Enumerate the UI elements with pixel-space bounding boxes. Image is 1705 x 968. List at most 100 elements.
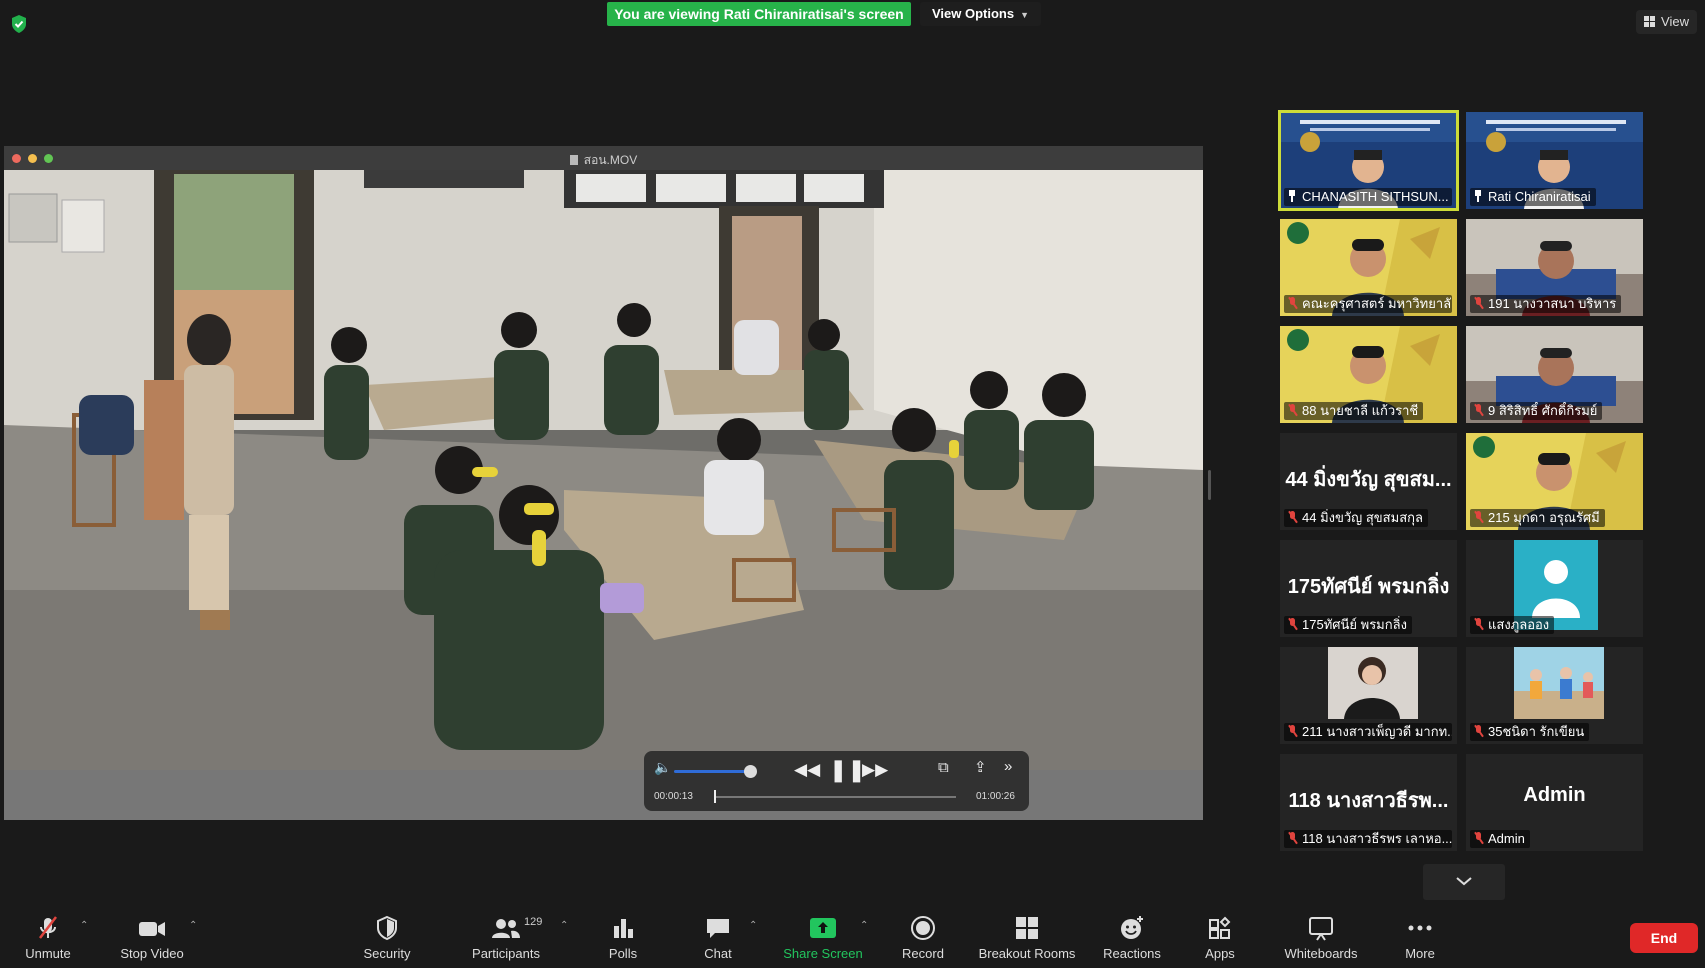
security-label: Security <box>363 946 411 961</box>
share-screen-button[interactable]: Share Screen <box>782 914 864 961</box>
chat-options-caret[interactable]: ⌃ <box>749 920 757 931</box>
share-options-caret[interactable]: ⌃ <box>860 920 868 931</box>
participant-tile[interactable]: 191 นางวาสนา บริหาร <box>1466 219 1643 316</box>
polls-button[interactable]: Polls <box>605 914 641 961</box>
viewing-screen-banner: You are viewing Rati Chiraniratisai's sc… <box>607 2 911 26</box>
participant-tile[interactable]: CHANASITH SITHSUN... <box>1278 110 1459 211</box>
participant-tile[interactable]: 175ทัศนีย์ พรมกลิ่ง 175ทัศนีย์ พรมกลิ่ง <box>1280 540 1457 637</box>
participant-tile[interactable]: 118 นางสาวธีรพ... 118 นางสาวธีรพร เลาหอ..… <box>1280 754 1457 851</box>
grid-icon <box>1644 16 1656 27</box>
participant-tile[interactable]: 88 นายชาลี แก้วราชี <box>1280 326 1457 423</box>
participant-tile[interactable]: 215 มุกดา อรุณรัศมี <box>1466 433 1643 530</box>
view-button[interactable]: View <box>1636 10 1697 34</box>
document-icon <box>569 155 578 165</box>
fast-forward-icon[interactable]: ▶▶ <box>862 760 888 780</box>
share-icon[interactable]: ⇪ <box>974 758 987 776</box>
polls-label: Polls <box>608 946 638 961</box>
pause-icon[interactable]: ❚❚ <box>829 757 866 783</box>
microphone-muted-icon <box>1474 618 1483 630</box>
participant-display-name: 118 นางสาวธีรพ... <box>1288 790 1449 812</box>
participant-nameplate: 9 สิริสิทธิ์ ศักดิ์กิรมย์ <box>1470 402 1603 420</box>
participant-tile[interactable]: คณะครุศาสตร์ มหาวิทยาลั... <box>1280 219 1457 316</box>
more-label: More <box>1405 946 1435 961</box>
reactions-emoji-icon <box>1121 916 1143 939</box>
picture-in-picture-icon[interactable]: ⧉ <box>938 759 949 776</box>
participant-name: คณะครุศาสตร์ มหาวิทยาลั... <box>1302 296 1452 311</box>
chat-label: Chat <box>704 946 732 961</box>
duration-time: 01:00:26 <box>976 791 1015 802</box>
participant-tile[interactable]: 9 สิริสิทธิ์ ศักดิ์กิรมย์ <box>1466 326 1643 423</box>
gallery-scroll-down-button[interactable] <box>1423 864 1505 900</box>
participant-nameplate: CHANASITH SITHSUN... <box>1284 188 1452 206</box>
top-bar: You are viewing Rati Chiraniratisai's sc… <box>0 0 1705 34</box>
unmute-label: Unmute <box>25 946 71 961</box>
participant-tile[interactable]: Rati Chiraniratisai <box>1466 112 1643 209</box>
security-shield-icon <box>377 915 397 941</box>
volume-slider[interactable] <box>674 770 749 773</box>
reactions-button[interactable]: Reactions <box>1100 914 1164 961</box>
participant-name: Rati Chiraniratisai <box>1488 189 1591 204</box>
participant-nameplate: 175ทัศนีย์ พรมกลิ่ง <box>1284 616 1412 634</box>
participant-nameplate: 118 นางสาวธีรพร เลาหอ... <box>1284 830 1452 848</box>
microphone-muted-icon <box>1288 404 1297 416</box>
chat-button[interactable]: Chat <box>702 914 734 961</box>
volume-knob[interactable] <box>744 765 757 778</box>
participant-nameplate: 191 นางวาสนา บริหาร <box>1470 295 1622 313</box>
apps-button[interactable]: Apps <box>1204 914 1236 961</box>
breakout-rooms-button[interactable]: Breakout Rooms <box>976 914 1078 961</box>
participant-name: 44 มิ่งขวัญ สุขสมสกุล <box>1302 510 1423 525</box>
pin-icon <box>1288 190 1296 202</box>
view-options-label: View Options <box>932 6 1015 21</box>
participants-icon <box>492 919 520 938</box>
share-screen-label: Share Screen <box>783 946 863 961</box>
encryption-shield-icon[interactable] <box>10 14 28 34</box>
panel-resize-handle[interactable] <box>1208 470 1211 500</box>
video-options-caret[interactable]: ⌃ <box>189 920 197 931</box>
view-options-button[interactable]: View Options ▼ <box>920 2 1042 26</box>
participant-tile[interactable]: Admin Admin <box>1466 754 1643 851</box>
microphone-muted-icon <box>1288 725 1297 737</box>
unmute-button[interactable]: Unmute <box>18 914 78 961</box>
rewind-icon[interactable]: ◀◀ <box>794 760 820 780</box>
record-button[interactable]: Record <box>900 914 946 961</box>
microphone-muted-icon <box>39 916 57 939</box>
participant-nameplate: Admin <box>1470 830 1530 848</box>
meeting-toolbar: Unmute ⌃ Stop Video ⌃ Security Participa… <box>0 906 1705 968</box>
participant-tile[interactable]: แสงภูลออง <box>1466 540 1643 637</box>
participant-nameplate: 211 นางสาวเพ็ญวดี มากท... <box>1284 723 1452 741</box>
participant-nameplate: 215 มุกดา อรุณรัศมี <box>1470 509 1605 527</box>
chevron-down-icon <box>1456 877 1472 886</box>
record-label: Record <box>902 946 944 961</box>
shared-screen[interactable]: สอน.MOV 🔈 ◀◀ ❚❚ ▶▶ ⧉ ⇪ » 00:00:13 01:00:… <box>4 146 1203 820</box>
participants-options-caret[interactable]: ⌃ <box>560 920 568 931</box>
participant-tile[interactable]: 35ชนิดา รักเขียน <box>1466 647 1643 744</box>
more-button[interactable]: More <box>1402 914 1438 961</box>
stop-video-button[interactable]: Stop Video <box>116 914 188 961</box>
more-controls-icon[interactable]: » <box>1004 758 1012 775</box>
microphone-muted-icon <box>1474 297 1483 309</box>
volume-icon[interactable]: 🔈 <box>654 759 671 776</box>
apps-label: Apps <box>1205 946 1235 961</box>
more-dots-icon <box>1408 925 1432 931</box>
classroom-video-frame <box>4 170 1203 820</box>
security-button[interactable]: Security <box>359 914 415 961</box>
microphone-muted-icon <box>1474 511 1483 523</box>
end-meeting-button[interactable]: End <box>1630 923 1698 953</box>
breakout-rooms-icon <box>1016 917 1038 939</box>
participant-name: CHANASITH SITHSUN... <box>1302 189 1449 204</box>
audio-options-caret[interactable]: ⌃ <box>80 920 88 931</box>
scrubber-playhead[interactable] <box>714 790 716 803</box>
participant-name: 9 สิริสิทธิ์ ศักดิ์กิรมย์ <box>1488 403 1598 418</box>
microphone-muted-icon <box>1474 832 1483 844</box>
participant-nameplate: 88 นายชาลี แก้วราชี <box>1284 402 1424 420</box>
participant-name: 215 มุกดา อรุณรัศมี <box>1488 510 1600 525</box>
whiteboards-button[interactable]: Whiteboards <box>1280 914 1362 961</box>
scrubber-track[interactable] <box>716 796 956 798</box>
pin-icon <box>1474 190 1482 202</box>
participant-tile[interactable]: 211 นางสาวเพ็ญวดี มากท... <box>1280 647 1457 744</box>
video-player-controls[interactable]: 🔈 ◀◀ ❚❚ ▶▶ ⧉ ⇪ » 00:00:13 01:00:26 <box>644 751 1029 811</box>
participant-tile[interactable]: 44 มิ่งขวัญ สุขสม... 44 มิ่งขวัญ สุขสมสกุ… <box>1280 433 1457 530</box>
participant-name: 211 นางสาวเพ็ญวดี มากท... <box>1302 724 1452 739</box>
participant-name: 191 นางวาสนา บริหาร <box>1488 296 1617 311</box>
participant-name: Admin <box>1488 831 1525 846</box>
